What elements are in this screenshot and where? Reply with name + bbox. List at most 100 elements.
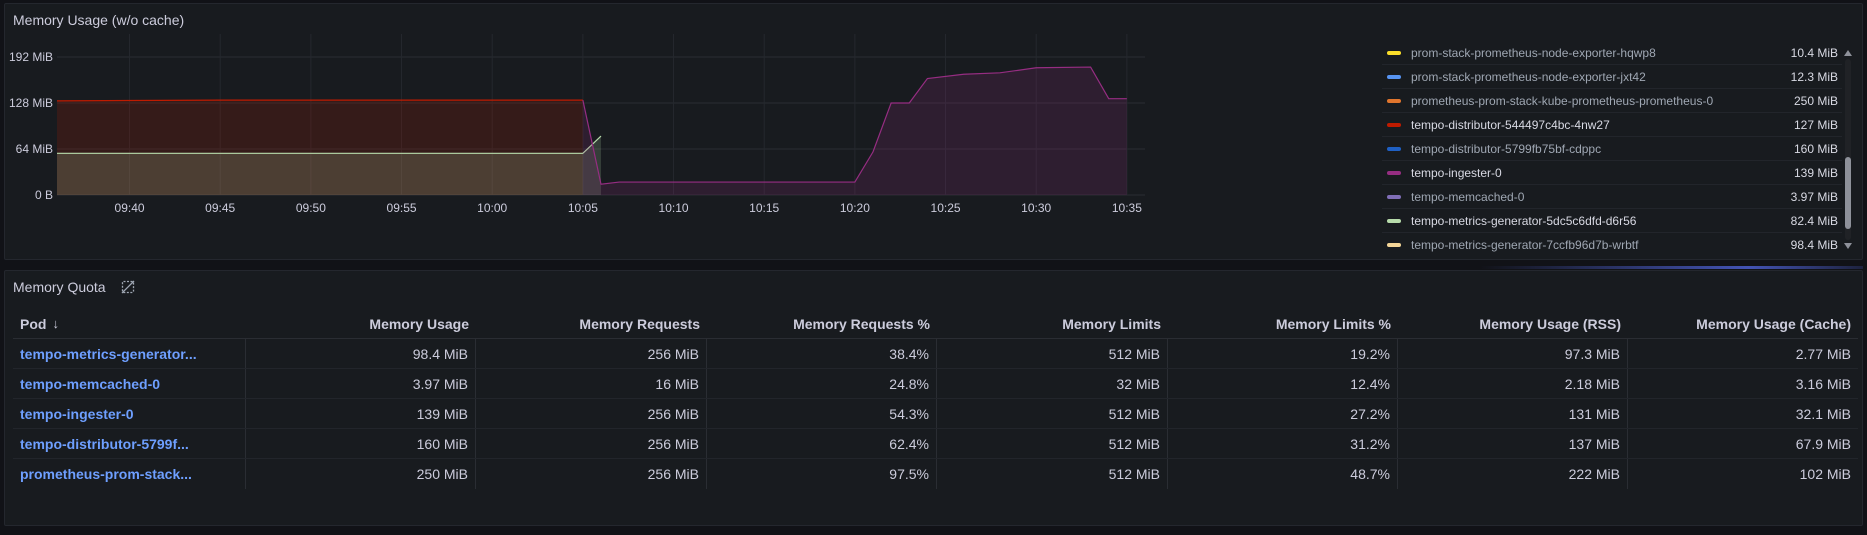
legend-item-name: tempo-metrics-generator-5dc5c6dfd-d6r56 bbox=[1411, 213, 1637, 228]
memory-usage-cache-cell: 102 MiB bbox=[1799, 466, 1851, 482]
legend-item-name: prom-stack-prometheus-node-exporter-jxt4… bbox=[1411, 69, 1646, 84]
memory-quota-panel: Memory Quota Pod ↓ Memory Usage Memory R… bbox=[4, 270, 1863, 526]
memory-usage-cell: 98.4 MiB bbox=[246, 339, 476, 368]
pod-link[interactable]: tempo-memcached-0 bbox=[20, 376, 160, 392]
memory-requests-cell: 256 MiB bbox=[476, 429, 707, 458]
column-header-memory-requests-pct[interactable]: Memory Requests % bbox=[707, 309, 937, 338]
y-tick-label: 192 MiB bbox=[9, 50, 53, 64]
y-tick-label: 0 B bbox=[35, 188, 53, 202]
pod-name-link[interactable]: tempo-distributor-5799f... bbox=[13, 429, 246, 458]
legend-swatch bbox=[1387, 218, 1401, 223]
table-row: tempo-distributor-5799f... 160 MiB 256 MiB… bbox=[13, 429, 1858, 459]
table-row: tempo-ingester-0 139 MiB 256 MiB 54.3% 512 M… bbox=[13, 399, 1858, 429]
column-header-memory-limits-pct[interactable]: Memory Limits % bbox=[1168, 309, 1398, 338]
column-header-memory-usage[interactable]: Memory Usage bbox=[246, 309, 476, 338]
legend-item-value: 250 MiB bbox=[1793, 93, 1838, 108]
legend-swatch bbox=[1387, 146, 1401, 151]
table-row: prometheus-prom-stack... 250 MiB 256 MiB 97… bbox=[13, 459, 1858, 489]
panel-accent-line bbox=[1480, 266, 1863, 269]
legend-item[interactable]: prom-stack-prometheus-node-exporter-jxt4… bbox=[1382, 65, 1842, 89]
y-tick-label: 128 MiB bbox=[9, 96, 53, 110]
legend-item-value: 10.4 MiB bbox=[1790, 45, 1838, 60]
memory-usage-rss-cell: 2.18 MiB bbox=[1398, 369, 1628, 398]
x-tick-label: 10:05 bbox=[568, 201, 598, 215]
x-tick-label: 10:15 bbox=[749, 201, 779, 215]
no-link-icon[interactable] bbox=[120, 279, 136, 295]
legend-item[interactable]: tempo-metrics-generator-5dc5c6dfd-d6r56 8… bbox=[1382, 209, 1842, 233]
legend-item-name: tempo-distributor-544497c4bc-4nw27 bbox=[1411, 117, 1610, 132]
memory-requests-pct-cell: 38.4% bbox=[707, 339, 937, 368]
memory-usage-cache-cell: 3.16 MiB bbox=[1795, 375, 1851, 392]
x-tick-label: 10:30 bbox=[1021, 201, 1051, 215]
pod-link[interactable]: tempo-distributor-5799f... bbox=[20, 436, 189, 452]
x-tick-label: 09:50 bbox=[296, 201, 326, 215]
y-tick-label: 64 MiB bbox=[16, 142, 53, 156]
pod-name-link[interactable]: tempo-ingester-0 bbox=[13, 399, 246, 428]
scrollbar-thumb[interactable] bbox=[1845, 157, 1851, 229]
pod-link[interactable]: prometheus-prom-stack... bbox=[20, 466, 192, 482]
x-tick-label: 10:25 bbox=[931, 201, 961, 215]
x-tick-label: 10:35 bbox=[1112, 201, 1142, 215]
memory-usage-chart[interactable]: 192 MiB 128 MiB 64 MiB 0 B 09:40 09:45 09:50 09… bbox=[5, 32, 1155, 222]
pod-link[interactable]: tempo-metrics-generator... bbox=[20, 346, 197, 362]
x-tick-label: 10:10 bbox=[659, 201, 689, 215]
legend-item-value: 98.4 MiB bbox=[1790, 237, 1838, 252]
memory-limits-pct-cell: 31.2% bbox=[1168, 429, 1398, 458]
legend-swatch bbox=[1387, 98, 1401, 103]
scroll-down-icon[interactable] bbox=[1844, 243, 1852, 249]
memory-limits-cell: 512 MiB bbox=[937, 339, 1168, 368]
memory-usage-rss-cell: 137 MiB bbox=[1398, 429, 1628, 458]
sort-desc-icon: ↓ bbox=[52, 316, 59, 331]
legend-item[interactable]: prom-stack-prometheus-node-exporter-hqwp… bbox=[1382, 41, 1842, 65]
memory-usage-cell: 139 MiB bbox=[246, 399, 476, 428]
memory-usage-rss-cell: 97.3 MiB bbox=[1398, 339, 1628, 368]
memory-limits-pct-cell: 27.2% bbox=[1168, 399, 1398, 428]
legend-swatch bbox=[1387, 74, 1401, 79]
x-tick-label: 10:20 bbox=[840, 201, 870, 215]
memory-limits-pct-cell: 12.4% bbox=[1168, 369, 1398, 398]
memory-requests-cell: 256 MiB bbox=[476, 399, 707, 428]
column-header-memory-usage-cache[interactable]: Memory Usage (Cache) bbox=[1628, 309, 1858, 338]
x-tick-label: 09:45 bbox=[205, 201, 235, 215]
legend-item[interactable]: tempo-memcached-0 3.97 MiB bbox=[1382, 185, 1842, 209]
x-tick-label: 09:40 bbox=[115, 201, 145, 215]
pod-link[interactable]: tempo-ingester-0 bbox=[20, 406, 134, 422]
scroll-up-icon[interactable] bbox=[1844, 50, 1852, 56]
memory-usage-rss-cell: 131 MiB bbox=[1398, 399, 1628, 428]
pod-name-link[interactable]: tempo-metrics-generator... bbox=[13, 339, 246, 368]
legend-swatch bbox=[1387, 170, 1401, 175]
legend-item[interactable]: tempo-ingester-0 139 MiB bbox=[1382, 161, 1842, 185]
panel-title: Memory Quota bbox=[13, 279, 106, 295]
chart-legend: prom-stack-prometheus-node-exporter-hqwp… bbox=[1382, 41, 1842, 253]
legend-item[interactable]: tempo-distributor-544497c4bc-4nw27 127 Mi… bbox=[1382, 113, 1842, 137]
memory-requests-cell: 256 MiB bbox=[476, 459, 707, 489]
memory-quota-table: Pod ↓ Memory Usage Memory Requests Memor… bbox=[13, 309, 1858, 489]
legend-item-name: prom-stack-prometheus-node-exporter-hqwp… bbox=[1411, 45, 1656, 60]
legend-item[interactable]: prometheus-prom-stack-kube-prometheus-pr… bbox=[1382, 89, 1842, 113]
legend-swatch bbox=[1387, 50, 1401, 55]
column-header-memory-usage-rss[interactable]: Memory Usage (RSS) bbox=[1398, 309, 1628, 338]
legend-item-name: tempo-memcached-0 bbox=[1411, 189, 1525, 204]
legend-item-name: tempo-metrics-generator-7ccfb96d7b-wrbtf bbox=[1411, 237, 1639, 252]
column-header-memory-requests[interactable]: Memory Requests bbox=[476, 309, 707, 338]
memory-limits-pct-cell: 48.7% bbox=[1168, 459, 1398, 489]
column-header-pod[interactable]: Pod ↓ bbox=[13, 309, 246, 338]
legend-item[interactable]: tempo-distributor-5799fb75bf-cdppc 160 Mi… bbox=[1382, 137, 1842, 161]
pod-name-link[interactable]: prometheus-prom-stack... bbox=[13, 459, 246, 489]
memory-limits-cell: 512 MiB bbox=[937, 459, 1168, 489]
memory-limits-cell: 512 MiB bbox=[937, 429, 1168, 458]
legend-item[interactable]: tempo-metrics-generator-7ccfb96d7b-wrbtf… bbox=[1382, 233, 1842, 253]
legend-item-name: tempo-distributor-5799fb75bf-cdppc bbox=[1411, 141, 1602, 156]
memory-limits-pct-cell: 19.2% bbox=[1168, 339, 1398, 368]
legend-item-value: 127 MiB bbox=[1793, 117, 1838, 132]
legend-item-value: 12.3 MiB bbox=[1790, 69, 1838, 84]
legend-item-value: 139 MiB bbox=[1793, 165, 1838, 180]
memory-usage-rss-cell: 222 MiB bbox=[1398, 459, 1628, 489]
memory-usage-cell: 160 MiB bbox=[246, 429, 476, 458]
x-tick-label: 10:00 bbox=[477, 201, 507, 215]
legend-scrollbar[interactable] bbox=[1841, 47, 1855, 252]
column-header-memory-limits[interactable]: Memory Limits bbox=[937, 309, 1168, 338]
pod-name-link[interactable]: tempo-memcached-0 bbox=[13, 369, 246, 398]
legend-swatch bbox=[1387, 122, 1401, 127]
x-tick-label: 09:55 bbox=[387, 201, 417, 215]
